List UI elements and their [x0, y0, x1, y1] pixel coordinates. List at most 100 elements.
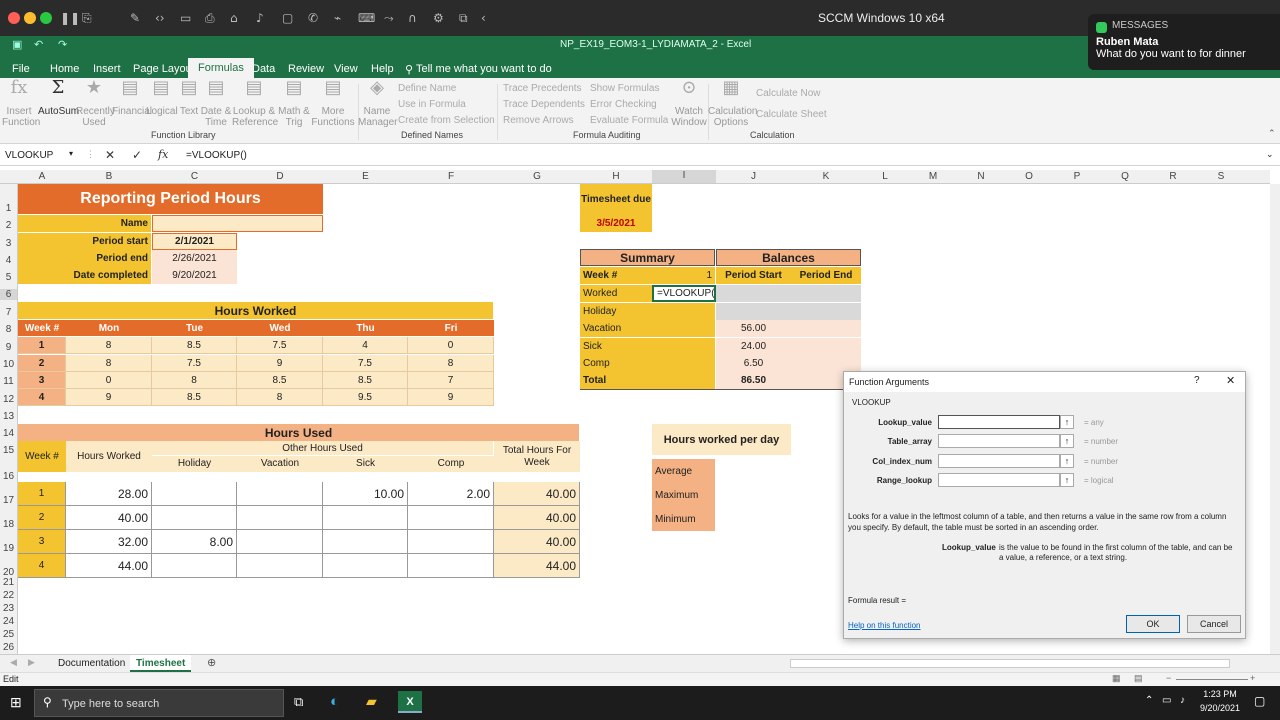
insert-function-icon[interactable]: fx	[158, 148, 168, 161]
balance-period-start[interactable]: 24.00	[716, 338, 791, 355]
hours-used-cell[interactable]	[408, 530, 494, 554]
hours-used-cell[interactable]	[323, 530, 408, 554]
hours-cell[interactable]: 8	[152, 372, 237, 389]
week-number[interactable]: 4	[18, 554, 66, 578]
column-header[interactable]: I	[652, 170, 716, 183]
row-header[interactable]: 5	[0, 272, 17, 283]
excel-taskbar-icon[interactable]: X	[398, 691, 422, 713]
week-number-label[interactable]: Week #	[580, 267, 652, 284]
row-header[interactable]: 17	[0, 495, 17, 506]
row-header[interactable]: 11	[0, 376, 17, 387]
recently-used-button[interactable]: ★ Recently Used	[76, 79, 115, 129]
column-header[interactable]: R	[1149, 171, 1197, 182]
sheet-tab-timesheet[interactable]: Timesheet	[130, 655, 192, 672]
row-header[interactable]: 15	[0, 445, 17, 456]
column-header[interactable]: S	[1197, 171, 1245, 182]
row-header[interactable]: 4	[0, 255, 17, 266]
hours-used-cell[interactable]: 28.00	[66, 482, 152, 506]
error-checking-button[interactable]: Error Checking	[590, 99, 657, 110]
balance-period-end[interactable]	[791, 303, 861, 320]
per-day-title[interactable]: Hours worked per day	[652, 424, 791, 455]
column-header[interactable]: O	[1005, 171, 1053, 182]
expand-formula-bar-icon[interactable]: ⌄	[1266, 149, 1274, 160]
row-header[interactable]: 14	[0, 428, 17, 439]
sound-icon[interactable]: ♪	[256, 11, 264, 25]
hours-cell[interactable]: 7.5	[152, 355, 237, 372]
help-link[interactable]: Help on this function	[848, 621, 921, 630]
row-header[interactable]: 7	[0, 307, 17, 318]
row-header[interactable]: 19	[0, 543, 17, 554]
close-window-button[interactable]	[8, 12, 20, 24]
week-number[interactable]: 1	[18, 337, 66, 354]
zoom-in-icon[interactable]: +	[1250, 673, 1255, 683]
hours-worked-header[interactable]: Tue	[152, 320, 237, 336]
calculation-options-button[interactable]: ▦ Calculation Options	[708, 79, 757, 129]
column-header[interactable]: P	[1053, 171, 1101, 182]
period-end-label[interactable]: Period end	[18, 250, 151, 267]
row-header[interactable]: 13	[0, 411, 17, 422]
hours-cell[interactable]: 7	[408, 372, 494, 389]
collapse-dialog-icon[interactable]: ↑	[1060, 454, 1074, 468]
confirm-entry-icon[interactable]: ✓	[132, 148, 142, 162]
save-icon[interactable]: ▣	[12, 38, 22, 51]
math-trig-button[interactable]: ▤ Math & Trig	[276, 79, 312, 129]
hours-cell[interactable]: 8.5	[237, 372, 323, 389]
name-label[interactable]: Name	[18, 215, 151, 232]
period-start-label[interactable]: Period start	[18, 233, 151, 250]
hours-worked-header[interactable]: Thu	[323, 320, 408, 336]
period-end-header[interactable]: Period End	[791, 267, 861, 284]
balance-period-start[interactable]	[716, 285, 791, 302]
tab-data[interactable]: Data	[252, 63, 275, 75]
clock-time[interactable]: 1:23 PM	[1200, 689, 1240, 699]
row-header[interactable]: 6	[0, 289, 17, 300]
keyboard-icon[interactable]: ⌨	[358, 11, 375, 25]
hours-used-header[interactable]: Holiday	[152, 456, 237, 472]
hours-worked-header[interactable]: Fri	[408, 320, 494, 336]
zoom-slider[interactable]	[1176, 679, 1248, 680]
network-tray-icon[interactable]: ▭	[1162, 695, 1171, 706]
arg-input[interactable]	[938, 415, 1060, 429]
hours-cell[interactable]: 8.5	[152, 389, 237, 406]
hours-used-cell[interactable]	[237, 506, 323, 530]
volume-icon[interactable]: ♪	[1180, 695, 1185, 706]
hours-used-cell[interactable]	[152, 554, 237, 578]
hours-used-cell[interactable]: 40.00	[494, 530, 580, 554]
share-icon[interactable]: ⤳	[384, 11, 394, 26]
balance-period-end[interactable]	[791, 320, 861, 337]
autosum-button[interactable]: Σ AutoSum	[38, 79, 79, 118]
summary-label[interactable]: Vacation	[580, 320, 652, 337]
minimize-window-button[interactable]	[24, 12, 36, 24]
week-number[interactable]: 3	[18, 372, 66, 389]
row-header[interactable]: 22	[0, 590, 17, 601]
column-header[interactable]: Q	[1101, 171, 1149, 182]
week-number[interactable]: 3	[18, 530, 66, 554]
row-header[interactable]: 2	[0, 220, 17, 231]
hours-cell[interactable]: 8	[237, 389, 323, 406]
timesheet-due-value[interactable]: 3/5/2021	[580, 215, 652, 232]
hours-used-cell[interactable]: 44.00	[66, 554, 152, 578]
settings-icon[interactable]: ⚙	[433, 11, 444, 25]
drive-icon[interactable]: ▭	[180, 11, 191, 25]
report-title[interactable]: Reporting Period Hours	[18, 184, 323, 214]
headphones-icon[interactable]: ∩	[408, 11, 417, 25]
balance-period-end[interactable]	[791, 355, 861, 372]
usb-icon[interactable]: ⌁	[334, 11, 341, 25]
summary-label[interactable]: Worked	[580, 285, 652, 302]
tab-home[interactable]: Home	[50, 63, 79, 75]
more-functions-button[interactable]: ▤ More Functions	[310, 79, 356, 129]
trace-precedents-button[interactable]: Trace Precedents	[503, 83, 582, 94]
timesheet-due-label[interactable]: Timesheet due	[580, 184, 652, 215]
hours-cell[interactable]: 9	[237, 355, 323, 372]
task-view-icon[interactable]: ⧉	[294, 694, 303, 710]
notifications-icon[interactable]: ▢	[1254, 694, 1265, 708]
hours-used-cell[interactable]: 8.00	[152, 530, 237, 554]
calculate-sheet-button[interactable]: Calculate Sheet	[756, 109, 827, 120]
tab-help[interactable]: Help	[371, 63, 394, 75]
balance-period-start[interactable]: 56.00	[716, 320, 791, 337]
column-header[interactable]: L	[861, 171, 909, 182]
tab-file[interactable]: File	[12, 63, 30, 75]
per-day-label[interactable]: Average	[652, 459, 715, 483]
column-header[interactable]: E	[323, 171, 408, 182]
row-header[interactable]: 9	[0, 342, 17, 353]
hours-used-header[interactable]: Sick	[323, 456, 408, 472]
